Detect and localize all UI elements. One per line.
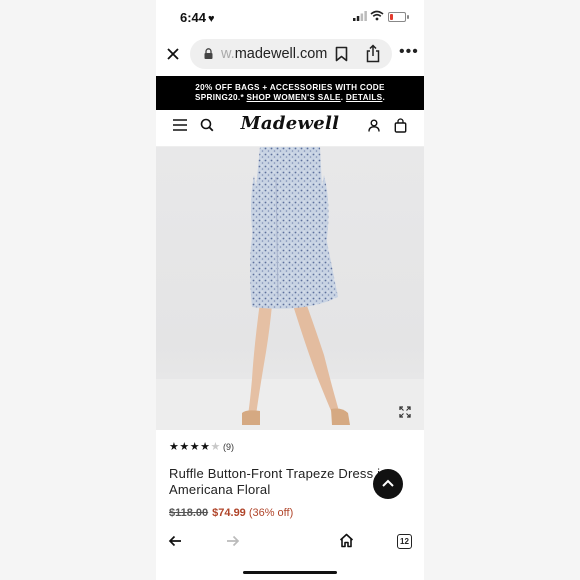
- review-count[interactable]: (9): [223, 442, 234, 452]
- product-image[interactable]: [156, 147, 424, 430]
- site-header: Madewell: [156, 110, 424, 147]
- account-icon[interactable]: [368, 119, 380, 132]
- details-link[interactable]: DETAILS: [346, 93, 383, 102]
- share-icon[interactable]: [366, 44, 380, 63]
- promo-banner: 20% OFF BAGS + ACCESSORIES WITH CODE SPR…: [156, 76, 424, 110]
- discount-label: (36% off): [248, 507, 294, 519]
- madewell-logo[interactable]: Madewell: [156, 113, 424, 134]
- shop-sale-link[interactable]: SHOP WOMEN'S SALE: [247, 93, 341, 102]
- address-field[interactable]: w.madewell.com: [190, 39, 392, 69]
- close-icon[interactable]: [164, 45, 182, 63]
- model-illustration: [242, 147, 350, 425]
- sale-price: $74.99: [212, 507, 246, 519]
- promo-line-1: 20% OFF BAGS + ACCESSORIES WITH CODE: [195, 83, 385, 92]
- bookmark-icon[interactable]: [335, 46, 348, 62]
- more-options-icon[interactable]: •••: [399, 44, 419, 60]
- promo-line-2: SPRING20.* SHOP WOMEN'S SALE. DETAILS.: [194, 93, 386, 102]
- cellular-signal-icon: [353, 11, 367, 21]
- status-bar: 6:44 ♥: [156, 0, 424, 36]
- scroll-to-top-button[interactable]: [373, 469, 403, 499]
- wifi-icon: [370, 10, 384, 21]
- product-title: Ruffle Button-Front Trapeze Dress in Ame…: [169, 466, 388, 497]
- clock: 6:44 ♥: [180, 10, 215, 25]
- gallery-pagination: [274, 421, 302, 430]
- home-icon[interactable]: [339, 533, 354, 548]
- lock-icon: [204, 48, 213, 59]
- shopping-bag-icon[interactable]: [394, 118, 407, 133]
- battery-icon: [388, 12, 409, 22]
- rating-stars[interactable]: ★★★★★: [169, 440, 221, 453]
- back-arrow-icon[interactable]: [168, 534, 182, 548]
- home-indicator[interactable]: [243, 571, 337, 574]
- forward-arrow-icon[interactable]: [226, 534, 240, 548]
- expand-icon[interactable]: [399, 406, 411, 418]
- heart-icon: ♥: [208, 13, 215, 25]
- browser-url-bar: w.madewell.com •••: [156, 36, 424, 76]
- original-price: $118.00: [169, 507, 209, 519]
- phone-screen: 6:44 ♥ w.madewell.com ••• 20% OFF BAGS +…: [156, 0, 424, 580]
- price-row: $118.00 $74.99 (36% off): [169, 507, 293, 519]
- url-text: w.madewell.com: [221, 46, 328, 62]
- chevron-up-icon: [382, 479, 394, 487]
- product-info: ★★★★★ (9) Ruffle Button-Front Trapeze Dr…: [156, 430, 424, 526]
- browser-toolbar: 12: [156, 526, 424, 580]
- tabs-button[interactable]: 12: [397, 534, 412, 549]
